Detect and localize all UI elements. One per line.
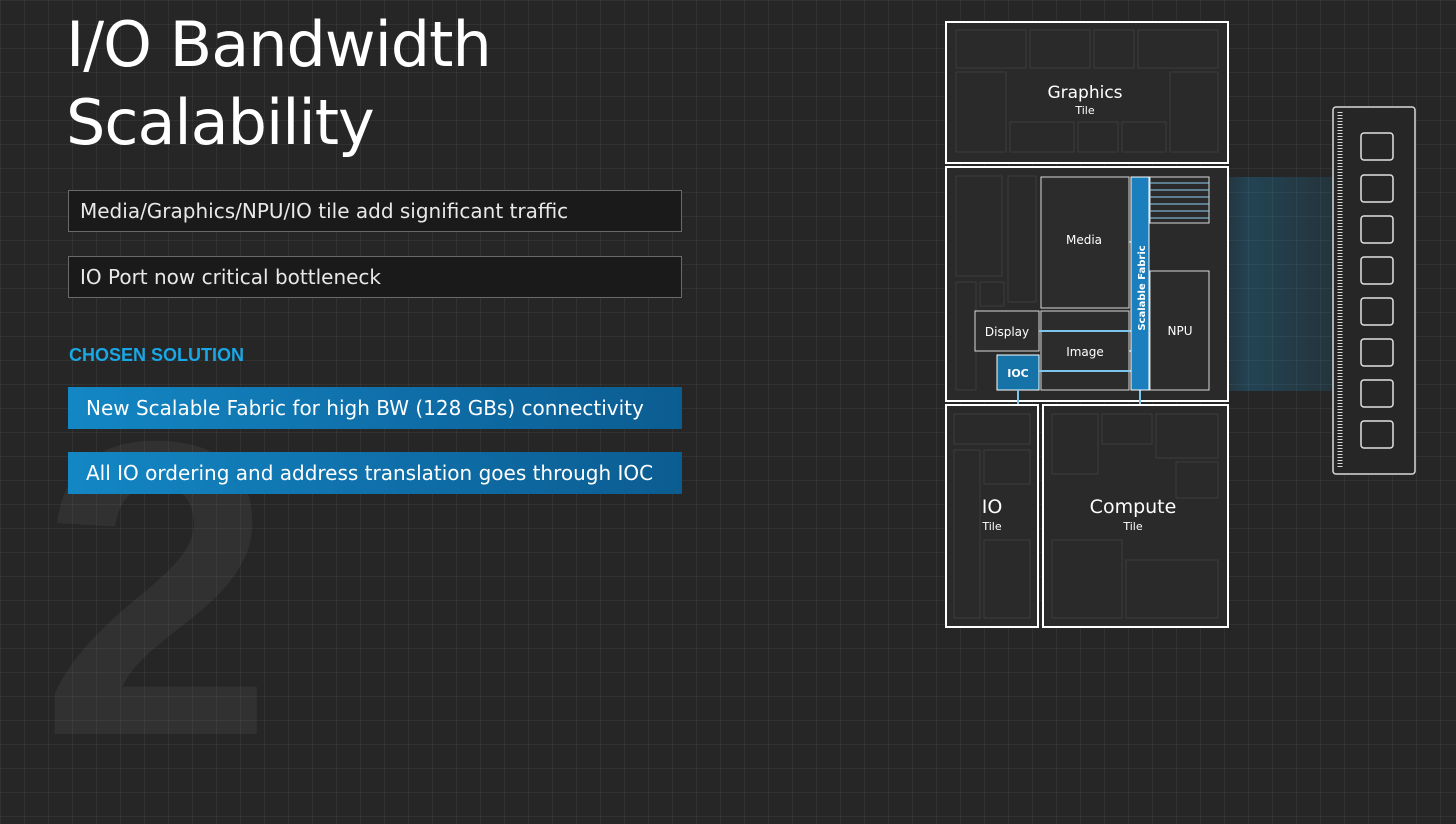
io-tile-sublabel: Tile — [981, 520, 1001, 533]
io-tile: IO Tile — [945, 404, 1039, 628]
compute-tile: Compute Tile — [1042, 404, 1229, 628]
soc-tile: Media Image Display IOC NPU Scalable Fab… — [945, 166, 1229, 410]
npu-label: NPU — [1168, 324, 1193, 338]
graphics-tile-sublabel: Tile — [1074, 104, 1094, 117]
graphics-tile: Graphics Tile — [945, 21, 1229, 164]
compute-tile-sublabel: Tile — [1122, 520, 1142, 533]
image-label: Image — [1066, 345, 1104, 359]
display-label: Display — [985, 325, 1029, 339]
io-tile-label: IO — [982, 496, 1003, 518]
memory-bandwidth-beam — [1210, 177, 1340, 391]
graphics-tile-label: Graphics — [1047, 83, 1122, 103]
scalable-fabric-label: Scalable Fabric — [1137, 245, 1148, 330]
media-label: Media — [1066, 233, 1102, 247]
compute-tile-label: Compute — [1090, 496, 1177, 518]
ioc-label: IOC — [1007, 367, 1029, 380]
soc-tile-diagram: Graphics Tile Media Image Display IOC NP… — [945, 21, 1416, 628]
memory-module — [1332, 106, 1416, 475]
